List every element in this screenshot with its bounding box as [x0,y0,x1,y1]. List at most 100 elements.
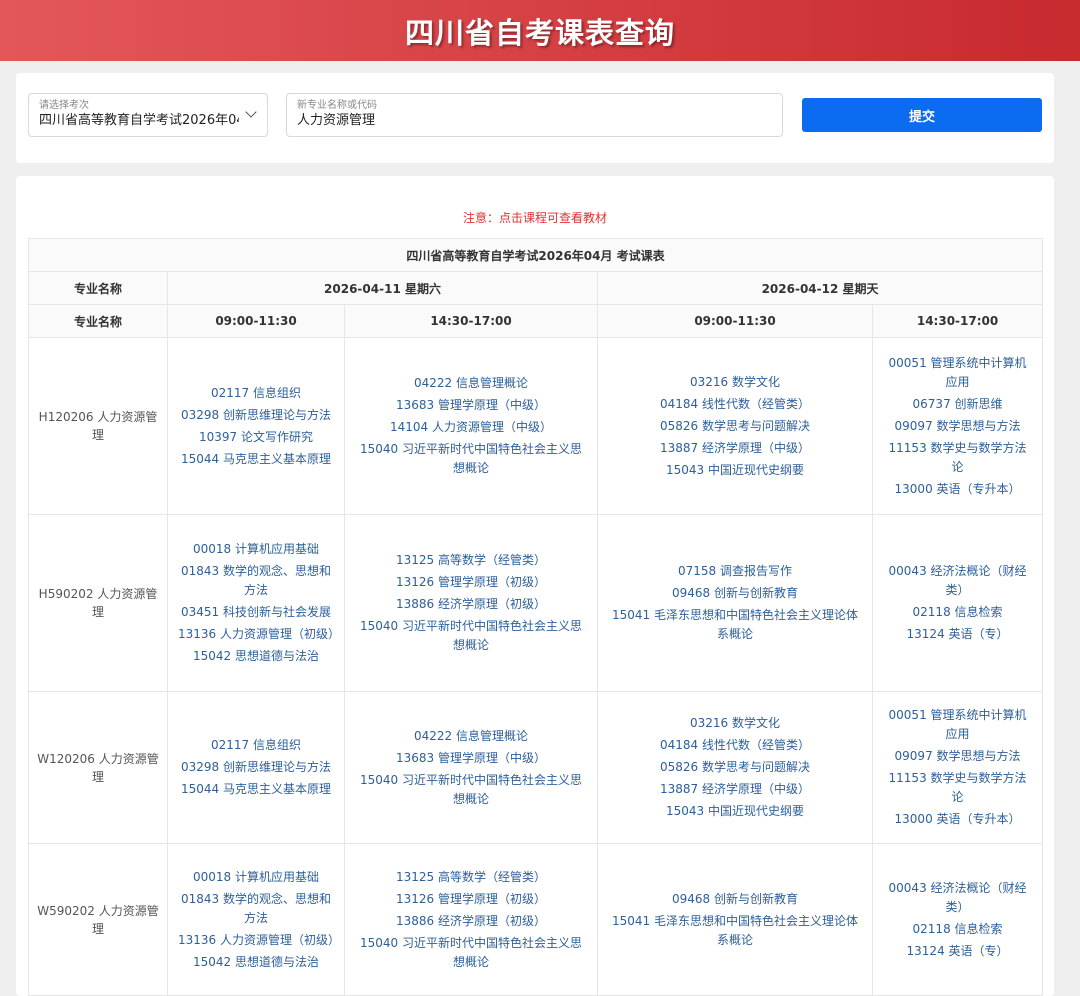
course-link[interactable]: 13125 高等数学（经管类） [355,551,587,570]
course-link[interactable]: 05826 数学思考与问题解决 [608,417,862,436]
course-link[interactable]: 00051 管理系统中计算机应用 [883,706,1032,744]
course-link[interactable]: 13887 经济学原理（中级） [608,439,862,458]
session-cell: 13125 高等数学（经管类） 13126 管理学原理（初级） 13886 经济学原… [344,843,598,996]
course-link[interactable]: 09468 创新与创新教育 [608,584,862,603]
session-cell: 02117 信息组织 03298 创新思维理论与方法 15044 马克思主义基本原理 [167,691,345,844]
course-link[interactable]: 04222 信息管理概论 [355,727,587,746]
major-input-value: 人力资源管理 [297,113,376,128]
schedule-card: 注意：点击课程可查看教材 四川省高等教育自学考试2026年04月 考试课表 专业… [16,176,1054,996]
course-link[interactable]: 03216 数学文化 [608,373,862,392]
course-link[interactable]: 13886 经济学原理（初级） [355,912,587,931]
course-link[interactable]: 00018 计算机应用基础 [178,540,334,559]
course-link[interactable]: 15041 毛泽东思想和中国特色社会主义理论体系概论 [608,912,862,950]
course-link[interactable]: 15040 习近平新时代中国特色社会主义思想概论 [355,771,587,809]
course-link[interactable]: 13136 人力资源管理（初级） [178,625,340,644]
course-link[interactable]: 01843 数学的观念、思想和方法 [178,890,334,928]
course-link[interactable]: 04184 线性代数（经管类） [608,395,862,414]
course-link[interactable]: 00043 经济法概论（财经类） [883,879,1032,917]
course-link[interactable]: 11153 数学史与数学方法论 [883,769,1032,807]
course-link[interactable]: 03298 创新思维理论与方法 [178,406,334,425]
course-link[interactable]: 13886 经济学原理（初级） [355,595,587,614]
course-link[interactable]: 09097 数学思想与方法 [883,747,1032,766]
session-cell: 00018 计算机应用基础 01843 数学的观念、思想和方法 13136 人力资源… [167,843,345,996]
major-column-header: 专业名称 [28,271,168,305]
page-title: 四川省自考课表查询 [404,15,675,50]
course-link[interactable]: 06737 创新思维 [883,395,1032,414]
course-link[interactable]: 15040 习近平新时代中国特色社会主义思想概论 [355,934,587,972]
schedule-rows: H120206 人力资源管理 02117 信息组织 03298 创新思维理论与方法 1… [28,337,1044,996]
course-link[interactable]: 05826 数学思考与问题解决 [608,758,862,777]
course-link[interactable]: 15043 中国近现代史纲要 [608,461,862,480]
course-link[interactable]: 15040 习近平新时代中国特色社会主义思想概论 [355,440,587,478]
session-cell: 00051 管理系统中计算机应用 09097 数学思想与方法 11153 数学史与数… [871,691,1044,844]
table-row: H590202 人力资源管理 00018 计算机应用基础 01843 数学的观念、思… [28,514,1044,692]
schedule-table: 四川省高等教育自学考试2026年04月 考试课表 专业名称 2026-04-11… [27,238,1044,996]
table-title: 四川省高等教育自学考试2026年04月 考试课表 [27,238,1044,272]
table-row: W120206 人力资源管理 02117 信息组织 03298 创新思维理论与方法 1… [28,691,1044,844]
course-link[interactable]: 11153 数学史与数学方法论 [883,439,1032,477]
course-link[interactable]: 03451 科技创新与社会发展 [178,603,334,622]
session-cell: 03216 数学文化 04184 线性代数（经管类） 05826 数学思考与问题解决… [597,337,873,515]
course-link[interactable]: 00051 管理系统中计算机应用 [883,354,1032,392]
course-link[interactable]: 13126 管理学原理（初级） [355,573,587,592]
course-link[interactable]: 13683 管理学原理（中级） [355,396,587,415]
session-header: 14:30-17:00 [344,304,598,338]
course-link[interactable]: 13000 英语（专升本） [883,480,1032,499]
course-link[interactable]: 03216 数学文化 [608,714,862,733]
major-name-cell: W590202 人力资源管理 [28,843,168,996]
course-link[interactable]: 07158 调查报告写作 [608,562,862,581]
course-link[interactable]: 02118 信息检索 [883,603,1032,622]
major-name-cell: H120206 人力资源管理 [28,337,168,515]
session-cell: 00043 经济法概论（财经类） 02118 信息检索 13124 英语（专） [871,514,1044,692]
course-link[interactable]: 15042 思想道德与法治 [178,953,334,972]
session-cell: 02117 信息组织 03298 创新思维理论与方法 10397 论文写作研究 150… [167,337,345,515]
major-name-cell: W120206 人力资源管理 [28,691,168,844]
session-cell: 00018 计算机应用基础 01843 数学的观念、思想和方法 03451 科技创新… [167,514,345,692]
course-link[interactable]: 13125 高等数学（经管类） [355,868,587,887]
page-header: 四川省自考课表查询 [0,0,1080,61]
course-link[interactable]: 03298 创新思维理论与方法 [178,758,334,777]
session-cell: 09468 创新与创新教育 15041 毛泽东思想和中国特色社会主义理论体系概论 [597,843,873,996]
exam-select-value: 四川省高等教育自学考试2026年04月 [39,113,239,128]
course-link[interactable]: 13124 英语（专） [883,625,1032,644]
exam-select[interactable]: 请选择考次 四川省高等教育自学考试2026年04月 [28,93,268,137]
course-link[interactable]: 15041 毛泽东思想和中国特色社会主义理论体系概论 [608,606,862,644]
major-input-label: 新专业名称或代码 [297,100,377,111]
course-link[interactable]: 13124 英语（专） [883,942,1032,961]
query-form: 请选择考次 四川省高等教育自学考试2026年04月 新专业名称或代码 人力资源管… [16,73,1054,163]
course-link[interactable]: 13683 管理学原理（中级） [355,749,587,768]
session-cell: 13125 高等数学（经管类） 13126 管理学原理（初级） 13886 经济学原… [344,514,598,692]
session-cell: 00051 管理系统中计算机应用 06737 创新思维 09097 数学思想与方法 1… [871,337,1044,515]
major-input[interactable]: 新专业名称或代码 人力资源管理 [286,93,783,137]
course-link[interactable]: 13126 管理学原理（初级） [355,890,587,909]
session-cell: 03216 数学文化 04184 线性代数（经管类） 05826 数学思考与问题解决… [597,691,873,844]
course-link[interactable]: 00043 经济法概论（财经类） [883,562,1032,600]
course-link[interactable]: 13000 英语（专升本） [883,810,1032,829]
course-link[interactable]: 04184 线性代数（经管类） [608,736,862,755]
course-link[interactable]: 09097 数学思想与方法 [883,417,1032,436]
course-link[interactable]: 15043 中国近现代史纲要 [608,802,862,821]
course-link[interactable]: 02118 信息检索 [883,920,1032,939]
course-link[interactable]: 15044 马克思主义基本原理 [178,780,334,799]
course-link[interactable]: 01843 数学的观念、思想和方法 [178,562,334,600]
course-link[interactable]: 10397 论文写作研究 [178,428,334,447]
course-link[interactable]: 15040 习近平新时代中国特色社会主义思想概论 [355,617,587,655]
session-header: 09:00-11:30 [597,304,873,338]
table-row: H120206 人力资源管理 02117 信息组织 03298 创新思维理论与方法 1… [28,337,1044,515]
submit-button[interactable]: 提交 [802,98,1042,132]
session-cell: 04222 信息管理概论 13683 管理学原理（中级） 15040 习近平新时代中… [344,691,598,844]
course-link[interactable]: 02117 信息组织 [178,736,334,755]
course-link[interactable]: 15042 思想道德与法治 [178,647,334,666]
session-cell: 07158 调查报告写作 09468 创新与创新教育 15041 毛泽东思想和中国特… [597,514,873,692]
course-link[interactable]: 00018 计算机应用基础 [178,868,334,887]
course-link[interactable]: 13136 人力资源管理（初级） [178,931,340,950]
table-row: W590202 人力资源管理 00018 计算机应用基础 01843 数学的观念、思… [28,843,1044,996]
session-header: 09:00-11:30 [167,304,345,338]
course-link[interactable]: 14104 人力资源管理（中级） [355,418,587,437]
course-link[interactable]: 15044 马克思主义基本原理 [178,450,334,469]
course-link[interactable]: 04222 信息管理概论 [355,374,587,393]
course-link[interactable]: 02117 信息组织 [178,384,334,403]
date-header-2: 2026-04-12 星期天 [596,271,1044,305]
course-link[interactable]: 09468 创新与创新教育 [608,890,862,909]
course-link[interactable]: 13887 经济学原理（中级） [608,780,862,799]
